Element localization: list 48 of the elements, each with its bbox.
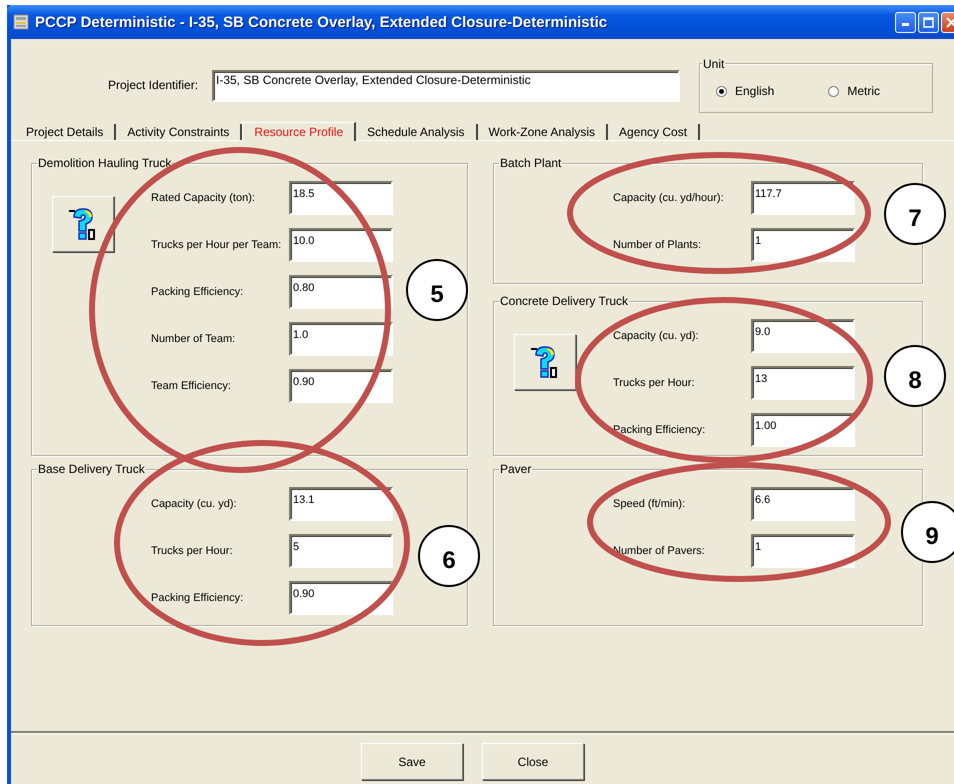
input-field[interactable]: 1.00: [751, 413, 855, 447]
input-field[interactable]: 1.0: [289, 322, 393, 356]
radio-label[interactable]: Metric: [847, 84, 880, 98]
field-label: Rated Capacity (ton):: [151, 192, 256, 204]
field-label: Trucks per Hour:: [151, 545, 234, 557]
group-title: Base Delivery Truck: [37, 462, 146, 476]
callout-number: 5: [406, 259, 468, 321]
field-label: Capacity (cu. yd):: [613, 330, 700, 342]
dialog-button[interactable]: Close: [482, 743, 584, 780]
field-label: Team Efficiency:: [151, 380, 232, 392]
input-field[interactable]: 0.90: [289, 369, 393, 403]
tab[interactable]: Resource Profile: [242, 122, 356, 141]
input-field[interactable]: 6.6: [751, 487, 855, 521]
input-field[interactable]: 117.7: [751, 181, 855, 215]
group-title: Concrete Delivery Truck: [499, 294, 630, 308]
field-label: Project Identifier:: [108, 78, 200, 92]
field-label: Packing Efficiency:: [613, 424, 706, 436]
group-title: Batch Plant: [499, 156, 562, 170]
field-label: Capacity (cu. yd):: [151, 498, 238, 510]
input-field[interactable]: I-35, SB Concrete Overlay, Extended Closure-Deterministic: [212, 70, 680, 102]
callout-number: 7: [884, 183, 946, 245]
group-title: Paver: [499, 462, 532, 476]
group-title: Demolition Hauling Truck: [37, 156, 172, 170]
dialog-button[interactable]: Save: [361, 743, 463, 780]
field-label: Number of Plants:: [613, 239, 702, 251]
input-field[interactable]: 13: [751, 366, 855, 400]
input-field[interactable]: 0.90: [289, 581, 393, 615]
callout-number: 6: [418, 525, 480, 587]
input-field[interactable]: 5: [289, 534, 393, 568]
window-title: PCCP Deterministic - I-35, SB Concrete Overlay, Extended Closure-Deterministic: [35, 14, 608, 30]
input-field[interactable]: 0.80: [289, 275, 393, 309]
field-label: Speed (ft/min):: [613, 498, 686, 510]
callout-number: 9: [901, 501, 954, 563]
input-field[interactable]: 18.5: [289, 181, 393, 215]
field-label: Number of Team:: [151, 333, 236, 345]
callout-number: 8: [884, 345, 946, 407]
radio-label[interactable]: English: [735, 84, 774, 98]
input-field[interactable]: 10.0: [289, 228, 393, 262]
field-label: Packing Efficiency:: [151, 592, 244, 604]
field-label: Capacity (cu. yd/hour):: [613, 192, 725, 204]
field-label: Trucks per Hour per Team:: [151, 239, 282, 251]
input-field[interactable]: 1: [751, 228, 855, 262]
input-field[interactable]: 9.0: [751, 319, 855, 353]
input-field[interactable]: 13.1: [289, 487, 393, 521]
group-title: Unit: [702, 57, 726, 71]
field-label: Packing Efficiency:: [151, 286, 244, 298]
field-label: Trucks per Hour:: [613, 377, 696, 389]
input-field[interactable]: 1: [751, 534, 855, 568]
